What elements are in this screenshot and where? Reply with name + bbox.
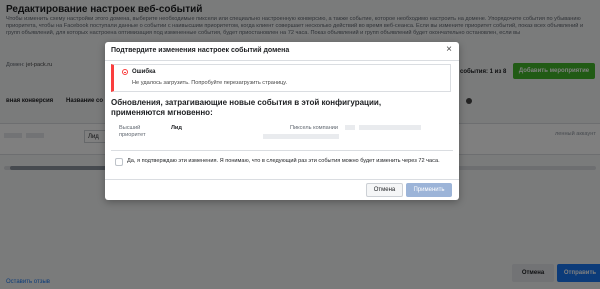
priority-value: Лид xyxy=(171,125,182,131)
error-banner: Ошибка Не удалось загрузить. Попробуйте … xyxy=(111,64,451,92)
modal-header: Подтвердите изменения настроек событий д… xyxy=(105,42,459,61)
confirm-checkbox-label[interactable]: Да, я подтверждаю эти изменения. Я поним… xyxy=(127,158,447,165)
divider xyxy=(111,150,453,151)
cancel-button[interactable]: Отмена xyxy=(366,183,403,197)
error-text: Не удалось загрузить. Попробуйте перезаг… xyxy=(132,80,288,86)
priority-label: Высший приоритет xyxy=(119,125,146,138)
footer-divider xyxy=(105,179,459,180)
blurred-text xyxy=(345,125,355,130)
confirm-checkbox[interactable] xyxy=(115,158,123,166)
pixel-label: Пиксель компании xyxy=(290,125,339,131)
error-title: Ошибка xyxy=(132,69,156,75)
updates-heading: Обновления, затрагивающие новые события … xyxy=(111,98,382,117)
modal-title: Подтвердите изменения настроек событий д… xyxy=(111,47,290,54)
blurred-text xyxy=(359,125,421,130)
confirm-modal: Подтвердите изменения настроек событий д… xyxy=(105,42,459,200)
close-icon[interactable]: × xyxy=(446,45,452,55)
apply-button[interactable]: Применить xyxy=(406,183,452,197)
blurred-text xyxy=(263,134,339,139)
error-icon xyxy=(122,69,128,75)
